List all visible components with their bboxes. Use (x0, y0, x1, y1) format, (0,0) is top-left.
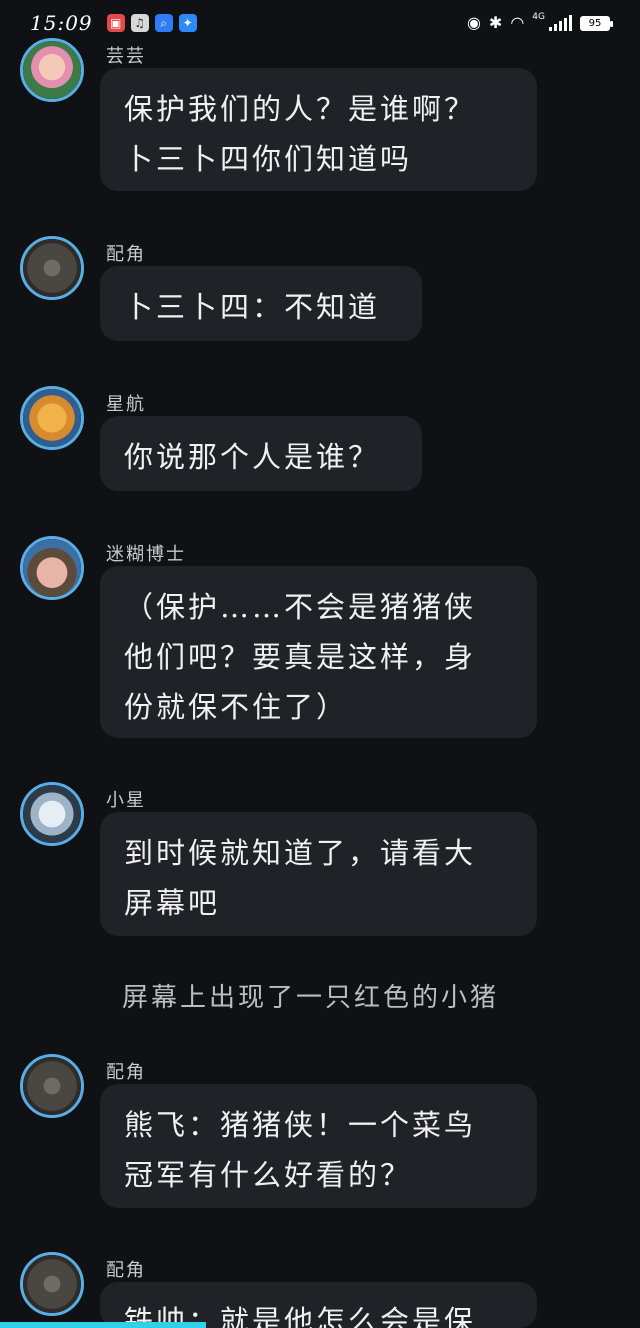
message-bubble[interactable]: 熊飞：猪猪侠！一个菜鸟 冠军有什么好看的？ (100, 1084, 537, 1208)
eye-icon: ◉ (466, 13, 481, 32)
home-indicator-bar (0, 1322, 206, 1328)
battery-level: 95 (588, 17, 602, 29)
sender-name: 星航 (106, 394, 146, 415)
bluetooth-icon: ✱ (488, 13, 503, 32)
message-bubble[interactable]: 到时候就知道了，请看大 屏幕吧 (100, 812, 537, 936)
wifi-icon: ◠ (510, 13, 525, 32)
status-left: 15:09 ▣ ♫ ⌕ ✦ (30, 11, 197, 35)
lightbulb-app-icon: ✦ (178, 14, 197, 32)
status-time: 15:09 (30, 11, 93, 35)
girl-avatar-icon[interactable] (20, 38, 84, 102)
sender-name: 配角 (106, 1260, 146, 1281)
message-bubble[interactable]: 保护我们的人？是谁啊？ 卜三卜四你们知道吗 (100, 68, 537, 191)
status-bar: 15:09 ▣ ♫ ⌕ ✦ ◉ ✱ ◠ 4G 95 (0, 0, 640, 46)
gray-texture-avatar-icon[interactable] (20, 236, 84, 300)
message-bubble[interactable]: （保护……不会是猪猪侠 他们吧？要真是这样，身 份就保不住了） (100, 566, 537, 738)
message-bubble[interactable]: 卜三卜四：不知道 (100, 266, 422, 341)
sender-name: 配角 (106, 1062, 146, 1083)
white-hair-avatar-icon[interactable] (20, 782, 84, 846)
music-app-icon: ♫ (130, 14, 149, 32)
battery-icon: 95 (580, 15, 613, 31)
message-bubble[interactable]: 你说那个人是谁？ (100, 416, 422, 491)
status-right: ◉ ✱ ◠ 4G 95 (466, 12, 613, 32)
app-notification-icon: ▣ (106, 14, 125, 32)
signal-strength-icon (549, 15, 572, 31)
gray-texture-avatar-icon[interactable] (20, 1054, 84, 1118)
sender-name: 迷糊博士 (106, 544, 186, 565)
search-app-icon: ⌕ (154, 14, 173, 32)
sender-name: 芸芸 (106, 46, 146, 67)
sender-name: 小星 (106, 790, 146, 811)
narration-text: 屏幕上出现了一只红色的小猪 (122, 983, 500, 1013)
network-type-label: 4G (532, 12, 545, 22)
pig-doctor-avatar-icon[interactable] (20, 536, 84, 600)
tiger-avatar-icon[interactable] (20, 386, 84, 450)
sender-name: 配角 (106, 244, 146, 265)
gray-texture-avatar-icon[interactable] (20, 1252, 84, 1316)
